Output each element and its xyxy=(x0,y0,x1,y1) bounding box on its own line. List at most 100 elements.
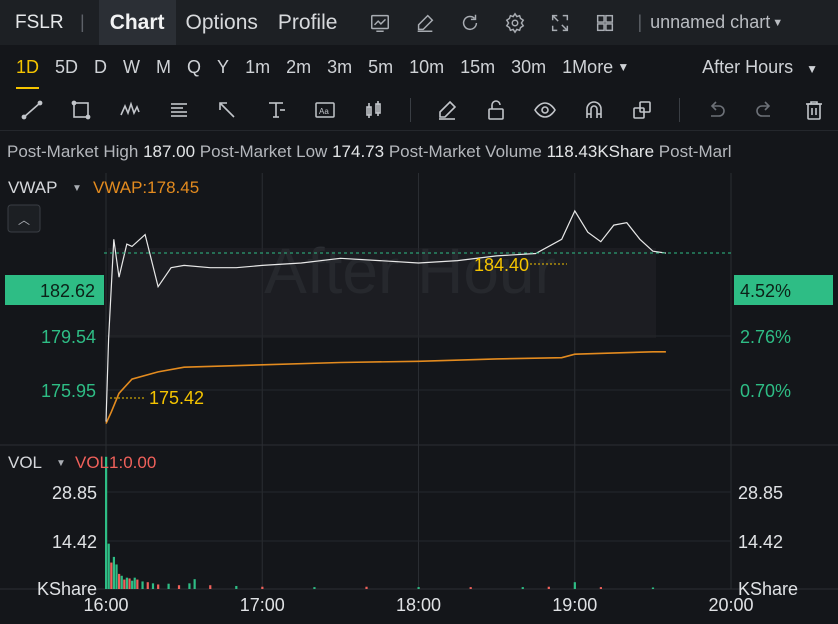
interval-w[interactable]: W xyxy=(115,45,148,89)
rectangle-icon[interactable] xyxy=(57,89,106,131)
interval-2m[interactable]: 2m xyxy=(278,45,319,89)
volume-bar xyxy=(123,579,126,589)
chart-name-dropdown[interactable]: unnamed chart ▼ xyxy=(650,12,783,33)
volume-bar xyxy=(521,587,524,589)
post-market-info: Post-Market High 187.00 Post-Market Low … xyxy=(7,131,838,173)
magnet-icon[interactable] xyxy=(569,89,618,131)
interval-d[interactable]: D xyxy=(86,45,115,89)
redo-icon[interactable] xyxy=(740,89,789,131)
volume-bar xyxy=(573,582,576,589)
indicator-chart-icon[interactable] xyxy=(357,0,402,45)
fullscreen-icon[interactable] xyxy=(537,0,582,45)
interval-m[interactable]: M xyxy=(148,45,179,89)
volume-bar xyxy=(107,543,110,589)
volume-bar xyxy=(469,587,472,589)
high-label: Post-Market High xyxy=(7,142,139,161)
volume-bar xyxy=(365,586,368,589)
top-bar: FSLR | Chart Options Profile | unnamed c… xyxy=(0,0,838,45)
volume-bar xyxy=(651,587,655,589)
x-tick: 19:00 xyxy=(552,595,597,615)
vol-indicator-label[interactable]: VOL xyxy=(8,453,42,472)
interval-5m[interactable]: 5m xyxy=(360,45,401,89)
vol-tick: 14.42 xyxy=(738,532,783,552)
volume-bar xyxy=(157,584,160,589)
current-pct-value: 4.52% xyxy=(740,281,791,301)
volume-label: Post-Market Volume xyxy=(388,142,542,161)
tab-options[interactable]: Options xyxy=(176,0,268,45)
interval-30m[interactable]: 30m xyxy=(503,45,554,89)
volume-bar xyxy=(193,579,196,589)
tab-profile[interactable]: Profile xyxy=(268,0,348,45)
pattern-icon[interactable] xyxy=(106,89,155,131)
interval-y[interactable]: Y xyxy=(209,45,237,89)
gear-icon[interactable] xyxy=(492,0,537,45)
interval-10m[interactable]: 10m xyxy=(401,45,452,89)
tab-chart[interactable]: Chart xyxy=(98,0,176,45)
volume-bar xyxy=(141,581,144,589)
volume-bar xyxy=(136,579,139,589)
vertical-measure-icon[interactable] xyxy=(252,89,301,131)
divider: | xyxy=(80,12,85,32)
low-label: Post-Market Low xyxy=(199,142,328,161)
volume-bar xyxy=(110,562,113,589)
volume-bar xyxy=(105,456,108,589)
caret-down-icon[interactable]: ▼ xyxy=(56,458,66,469)
clone-icon[interactable] xyxy=(618,89,667,131)
interval-3m[interactable]: 3m xyxy=(319,45,360,89)
volume-bar xyxy=(417,587,420,589)
price-tick: 175.95 xyxy=(41,381,96,401)
caret-down-icon: ▼ xyxy=(617,60,630,74)
interval-1m[interactable]: 1m xyxy=(237,45,278,89)
volume-bar xyxy=(177,585,181,589)
symbol-label[interactable]: FSLR xyxy=(0,12,80,34)
current-price-value: 182.62 xyxy=(40,281,95,301)
candle-icon[interactable] xyxy=(349,89,398,131)
volume-bars xyxy=(105,456,655,589)
layout-grid-icon[interactable] xyxy=(582,0,627,45)
vwap-indicator-value: VWAP:178.45 xyxy=(93,178,199,197)
drawing-toolbar: Aa xyxy=(0,89,838,131)
toolbar-divider xyxy=(678,97,680,122)
vwap-indicator-label[interactable]: VWAP xyxy=(8,178,57,197)
chevron-up-icon: ︿ xyxy=(18,213,30,227)
price-chart[interactable]: After Hour VWAP ▼ VWAP:178.45 ︿ 182.62 4… xyxy=(0,173,838,624)
volume-bar xyxy=(125,577,129,589)
arrow-icon[interactable] xyxy=(203,89,252,131)
undo-icon[interactable] xyxy=(692,89,741,131)
trash-icon[interactable] xyxy=(789,89,838,131)
edit-icon[interactable] xyxy=(402,0,447,45)
caret-down-icon[interactable]: ▼ xyxy=(72,183,82,194)
interval-1more[interactable]: 1More ▼ xyxy=(554,45,629,89)
pencil-icon[interactable] xyxy=(423,89,472,131)
divider: | xyxy=(637,12,643,32)
min-annotation: 175.42 xyxy=(149,388,204,408)
text-icon[interactable]: Aa xyxy=(301,89,350,131)
volume-bar xyxy=(261,586,264,589)
fibonacci-icon[interactable] xyxy=(154,89,203,131)
session-dropdown[interactable]: After Hours ▼ xyxy=(702,45,818,89)
interval-1d[interactable]: 1D xyxy=(8,45,47,89)
toolbar-divider xyxy=(410,97,411,122)
pct-tick: 0.70% xyxy=(740,381,791,401)
volume-bar xyxy=(112,556,116,589)
interval-5d[interactable]: 5D xyxy=(47,45,86,89)
volume-bar xyxy=(118,573,121,589)
pct-tick: 2.76% xyxy=(740,327,791,347)
volume-value: 118.43KShare xyxy=(546,142,655,161)
topbar-icons xyxy=(357,0,627,45)
eye-icon[interactable] xyxy=(520,89,569,131)
refresh-icon[interactable] xyxy=(447,0,492,45)
session-label: After Hours xyxy=(702,57,794,77)
x-tick: 16:00 xyxy=(83,595,128,615)
low-value: 174.73 xyxy=(332,142,385,161)
lock-icon[interactable] xyxy=(472,89,521,131)
trend-line-icon[interactable] xyxy=(8,89,57,131)
interval-q[interactable]: Q xyxy=(179,45,209,89)
volume-bar xyxy=(115,564,118,589)
volume-bar xyxy=(151,583,155,589)
volume-bar xyxy=(146,582,149,589)
volume-bar xyxy=(235,585,238,589)
interval-15m[interactable]: 15m xyxy=(452,45,503,89)
volume-bar xyxy=(133,577,136,589)
session-shade xyxy=(108,248,656,338)
